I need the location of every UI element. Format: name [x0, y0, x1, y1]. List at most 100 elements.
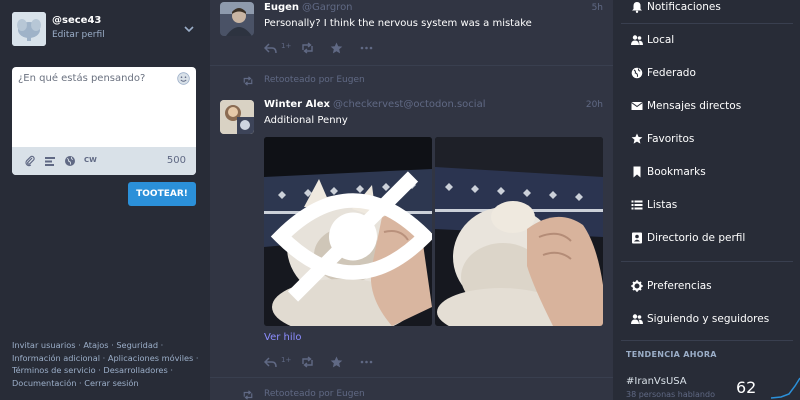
reblog-label[interactable]: Retooteado por Eugen — [264, 389, 365, 399]
ellipsis-icon — [360, 360, 373, 364]
status-timestamp[interactable]: 5h — [592, 3, 603, 13]
address-book-icon — [632, 232, 642, 244]
avatar[interactable] — [220, 100, 254, 134]
boost-button[interactable] — [301, 39, 314, 54]
retweet-icon — [243, 76, 253, 86]
trend-sparkline — [771, 377, 800, 399]
trend-count: 62 — [736, 378, 757, 397]
globe-icon[interactable] — [64, 155, 76, 167]
footer-link-developers[interactable]: Desarrolladores — [103, 365, 167, 375]
reblog-indicator: Retooteado por Eugen — [210, 388, 613, 400]
compose-form: CW 500 — [12, 67, 196, 175]
status-author[interactable]: Eugen @Gargron — [264, 2, 353, 13]
nav-item-lists[interactable]: Listas — [613, 194, 800, 218]
footer-link-shortcuts[interactable]: Atajos — [83, 340, 108, 350]
bell-icon — [632, 2, 642, 13]
nav-label: Preferencias — [647, 280, 712, 292]
footer-link-docs[interactable]: Documentación — [12, 378, 76, 388]
more-button[interactable] — [360, 39, 373, 53]
reply-all-icon — [263, 357, 277, 368]
star-icon — [330, 356, 343, 368]
status-eugen[interactable]: Eugen @Gargron 5h Personally? I think the… — [210, 0, 613, 66]
reblog-indicator: Retooteado por Eugen — [210, 74, 613, 88]
character-counter: 500 — [166, 155, 186, 166]
media-image[interactable] — [264, 137, 432, 326]
footer-link-logout[interactable]: Cerrar sesión — [84, 378, 138, 388]
nav-label: Mensajes directos — [647, 100, 742, 112]
footer-link-security[interactable]: Seguridad — [116, 340, 158, 350]
footer-link-apps[interactable]: Aplicaciones móviles — [108, 353, 193, 363]
nav-item-bookmarks[interactable]: Bookmarks — [613, 161, 800, 185]
retweet-icon — [302, 356, 313, 368]
status-winter-alex[interactable]: Winter Alex @checkervest@octodon.social 2… — [210, 92, 613, 378]
nav-item-preferences[interactable]: Preferencias — [613, 275, 800, 299]
nav-item-federated[interactable]: Federado — [613, 62, 800, 86]
display-name[interactable]: Eugen — [264, 2, 299, 13]
status-timestamp[interactable]: 20h — [586, 100, 603, 110]
reply-button[interactable]: 1+ — [263, 39, 291, 54]
content-warning-button[interactable]: CW — [84, 156, 97, 164]
chevron-down-icon[interactable] — [182, 22, 196, 36]
media-image[interactable] — [435, 137, 603, 326]
favourite-button[interactable] — [330, 39, 343, 54]
footer-link-about[interactable]: Información adicional — [12, 353, 100, 363]
envelope-icon — [631, 102, 643, 110]
nav-item-direct[interactable]: Mensajes directos — [613, 95, 800, 119]
trends-heading: TENDENCIA AHORA — [626, 350, 717, 359]
status-author[interactable]: Winter Alex @checkervest@octodon.social — [264, 99, 486, 110]
eye-slash-icon[interactable] — [269, 142, 432, 326]
avatar[interactable] — [220, 2, 254, 36]
avatar[interactable] — [12, 12, 46, 46]
star-icon — [330, 42, 343, 54]
account-handle[interactable]: @sece43 — [52, 15, 101, 26]
compose-textarea[interactable] — [18, 73, 168, 143]
paperclip-icon[interactable] — [24, 155, 36, 167]
edit-profile-link[interactable]: Editar perfil — [52, 30, 105, 40]
poll-icon[interactable] — [44, 155, 56, 167]
display-name[interactable]: Winter Alex — [264, 99, 330, 110]
toot-button[interactable]: TOOTEAR! — [128, 182, 196, 206]
account-header[interactable]: @sece43 Editar perfil — [12, 12, 198, 46]
globe-icon — [631, 67, 643, 79]
account-handle[interactable]: @Gargron — [302, 2, 353, 13]
trend-subtitle: 38 personas hablando — [626, 390, 715, 399]
view-thread-link[interactable]: Ver hilo — [264, 332, 302, 343]
trend-hashtag[interactable]: #IranVsUSA — [626, 376, 687, 387]
nav-label: Bookmarks — [647, 166, 706, 178]
footer-links: Invitar usuarios · Atajos · Seguridad · … — [12, 340, 199, 388]
footer-link-invite[interactable]: Invitar usuarios — [12, 340, 76, 350]
nav-label: Siguiendo y seguidores — [647, 313, 770, 325]
ellipsis-icon — [360, 46, 373, 50]
bookmark-icon — [633, 166, 641, 178]
footer-link-terms[interactable]: Términos de servicio — [12, 365, 96, 375]
users-icon — [631, 35, 643, 45]
favourite-button[interactable] — [330, 353, 343, 368]
list-icon — [631, 200, 643, 210]
nav-item-local[interactable]: Local — [613, 29, 800, 53]
gear-icon — [631, 280, 643, 292]
boost-button[interactable] — [301, 353, 314, 368]
users-icon — [631, 314, 643, 324]
home-timeline: Eugen @Gargron 5h Personally? I think the… — [210, 0, 613, 400]
reply-count: 1+ — [281, 42, 292, 50]
reply-button[interactable]: 1+ — [263, 353, 291, 368]
nav-item-directory[interactable]: Directorio de perfil — [613, 227, 800, 251]
status-actions: 1+ — [263, 353, 384, 368]
divider — [621, 23, 793, 24]
nav-item-notifications[interactable]: Notificaciones — [613, 0, 800, 20]
navigation-panel: Notificaciones Local Federado Mensajes d… — [613, 0, 800, 400]
left-column: @sece43 Editar perfil ¿En qué estás pens… — [0, 0, 210, 400]
account-handle[interactable]: @checkervest@octodon.social — [333, 99, 486, 110]
nav-label: Favoritos — [647, 133, 695, 145]
reblog-label[interactable]: Retooteado por Eugen — [264, 75, 365, 85]
divider — [621, 261, 793, 262]
divider — [621, 340, 793, 341]
more-button[interactable] — [360, 353, 373, 367]
retweet-icon — [243, 390, 253, 400]
nav-item-favourites[interactable]: Favoritos — [613, 128, 800, 152]
status-actions: 1+ — [263, 39, 384, 54]
reply-all-icon — [263, 43, 277, 54]
nav-label: Notificaciones — [647, 1, 721, 13]
nav-item-follows[interactable]: Siguiendo y seguidores — [613, 308, 800, 332]
emoji-icon[interactable] — [177, 72, 190, 85]
